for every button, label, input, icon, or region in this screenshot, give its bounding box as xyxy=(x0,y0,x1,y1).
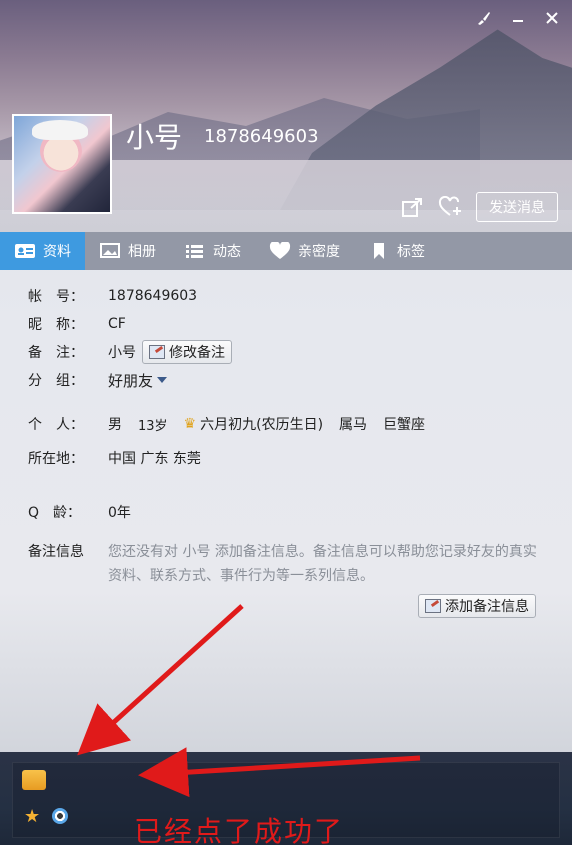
profile-qq-number: 1878649603 xyxy=(204,126,319,147)
birthday-value: 六月初九(农历生日) xyxy=(200,417,324,433)
qage-row: Q 龄： 0年 xyxy=(28,498,548,526)
group-label: 分 组： xyxy=(28,373,84,389)
add-notes-button[interactable]: 添加备注信息 xyxy=(418,594,536,618)
remark-row: 备 注： 小号 修改备注 xyxy=(28,338,548,366)
personal-label: 个 人： xyxy=(28,417,84,433)
remark-label: 备 注： xyxy=(28,345,84,361)
profile-tabs: 资料 相册 动态 亲密度 标签 xyxy=(0,232,572,270)
brush-icon[interactable] xyxy=(474,8,494,28)
crown-icon: ♛ xyxy=(183,416,197,432)
group-row: 分 组： 好朋友 xyxy=(28,366,548,394)
tab-profile[interactable]: 资料 xyxy=(0,232,85,270)
close-icon[interactable] xyxy=(542,8,562,28)
notes-label: 备注信息 xyxy=(28,544,84,560)
tab-album[interactable]: 相册 xyxy=(85,232,170,270)
bookmark-icon xyxy=(374,243,384,259)
tab-feed[interactable]: 动态 xyxy=(170,232,255,270)
heart-plus-icon[interactable] xyxy=(438,194,464,220)
zodiac-value: 属马 xyxy=(339,417,368,433)
gender-value: 男 xyxy=(108,417,122,433)
eye-icon[interactable] xyxy=(52,808,68,824)
location-row: 所在地： 中国 广东 东莞 xyxy=(28,444,548,472)
edit-remark-button[interactable]: 修改备注 xyxy=(142,340,232,364)
group-value: 好朋友 xyxy=(108,371,154,390)
window-controls xyxy=(474,8,562,28)
account-label: 帐 号： xyxy=(28,289,84,305)
profile-info: 帐 号： 1878649603 昵 称： CF 备 注： 小号 修改备注 分 组… xyxy=(28,282,548,618)
edit-icon xyxy=(425,599,441,613)
avatar[interactable] xyxy=(12,114,112,214)
list-icon xyxy=(186,245,203,258)
group-dropdown[interactable]: 好朋友 xyxy=(108,370,168,391)
profile-card-icon xyxy=(15,244,35,258)
profile-window: 小号 1878649603 发送消息 资料 相册 动态 亲密度 标签 帐 号： … xyxy=(0,0,572,845)
minimize-icon[interactable] xyxy=(508,8,528,28)
tab-label: 相册 xyxy=(128,244,156,260)
tab-label: 动态 xyxy=(213,244,241,260)
annotation-text: 已经点了成功了 xyxy=(134,815,345,845)
remark-value: 小号 xyxy=(108,345,136,361)
star-icon[interactable]: ★ xyxy=(24,806,40,827)
account-value: 1878649603 xyxy=(108,288,198,304)
tab-label: 标签 xyxy=(397,244,425,260)
chevron-down-icon xyxy=(157,377,168,383)
edit-remark-label: 修改备注 xyxy=(169,345,225,361)
add-notes-label: 添加备注信息 xyxy=(445,599,529,615)
nickname-value: CF xyxy=(108,316,126,332)
tab-intimacy[interactable]: 亲密度 xyxy=(255,232,354,270)
tab-label: 资料 xyxy=(43,244,71,260)
personal-row: 个 人： 男 13岁 ♛ 六月初九(农历生日) 属马 巨蟹座 xyxy=(28,410,548,438)
age-value: 13岁 xyxy=(138,418,168,434)
share-icon[interactable] xyxy=(400,194,426,220)
account-row: 帐 号： 1878649603 xyxy=(28,282,548,310)
qage-label: Q 龄： xyxy=(28,505,82,521)
book-icon[interactable] xyxy=(22,770,46,790)
constellation-value: 巨蟹座 xyxy=(383,417,426,433)
notes-row: 备注信息 您还没有对 小号 添加备注信息。备注信息可以帮助您记录好友的真实资料、… xyxy=(28,540,548,588)
nickname-label: 昵 称： xyxy=(28,317,84,333)
header-actions: 发送消息 xyxy=(400,192,558,222)
location-value: 中国 广东 东莞 xyxy=(108,451,201,467)
send-message-button[interactable]: 发送消息 xyxy=(476,192,558,222)
photo-icon xyxy=(100,243,120,258)
annotation-arrow-diagonal xyxy=(77,604,244,756)
edit-icon xyxy=(149,345,165,359)
qage-value: 0年 xyxy=(108,505,131,521)
tab-label: 亲密度 xyxy=(298,244,340,260)
notes-text: 您还没有对 小号 添加备注信息。备注信息可以帮助您记录好友的真实资料、联系方式、… xyxy=(108,544,537,584)
nickname-row: 昵 称： CF xyxy=(28,310,548,338)
heart-icon xyxy=(269,242,291,259)
profile-nickname: 小号 xyxy=(126,121,183,154)
tab-tags[interactable]: 标签 xyxy=(354,232,439,270)
location-label: 所在地： xyxy=(28,451,84,467)
